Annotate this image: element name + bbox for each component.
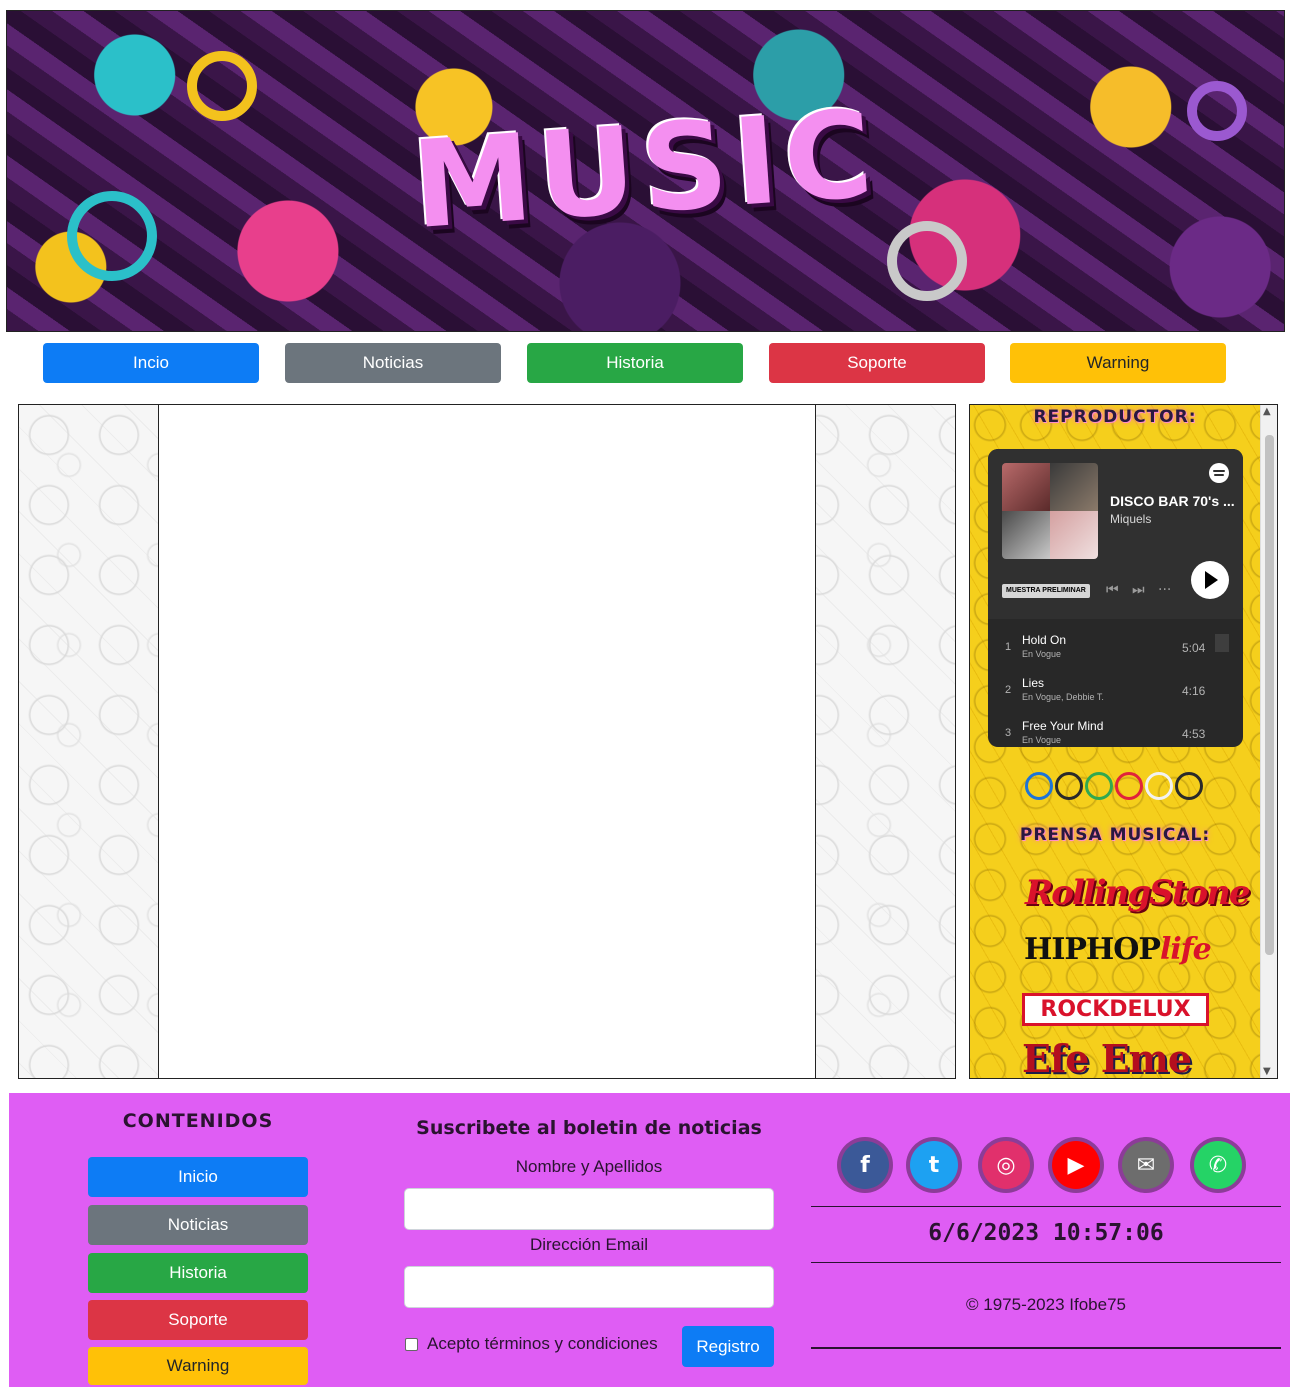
contents-heading: CONTENIDOS bbox=[122, 1110, 274, 1132]
name-field[interactable] bbox=[404, 1188, 774, 1230]
youtube-icon[interactable]: ▶ bbox=[1052, 1141, 1100, 1189]
track-row[interactable]: 1 Hold On En Vogue 5:04 bbox=[988, 619, 1228, 662]
sidebar-scrollbar[interactable]: ▲ ▼ bbox=[1260, 405, 1277, 1078]
divider bbox=[811, 1206, 1281, 1207]
press-heading: PRENSA MUSICAL: bbox=[1019, 825, 1211, 845]
track-number: 1 bbox=[1005, 641, 1012, 653]
hiphoplife-logo-text: HIPHOP bbox=[1024, 932, 1161, 967]
spotify-icon[interactable] bbox=[1209, 463, 1229, 483]
hiphoplife-logo[interactable]: HIPHOPlife bbox=[1024, 932, 1212, 967]
track-row[interactable]: 2 Lies En Vogue, Debbie T. 4:16 bbox=[988, 662, 1228, 705]
nav-button-soporte[interactable]: Soporte bbox=[769, 343, 985, 383]
nav-button-historia[interactable]: Historia bbox=[527, 343, 743, 383]
hiphoplife-logo-accent: life bbox=[1159, 932, 1212, 967]
track-artist: En Vogue bbox=[1022, 735, 1062, 745]
mail-icon[interactable]: ✉ bbox=[1122, 1141, 1170, 1189]
copyright-text: © 1975-2023 Ifobe75 bbox=[966, 1295, 1126, 1314]
playlist-owner[interactable]: Miquels bbox=[1110, 512, 1151, 526]
terms-checkbox[interactable] bbox=[405, 1338, 418, 1351]
nav-button-inicio[interactable]: Incio bbox=[43, 343, 259, 383]
scroll-up-icon[interactable]: ▲ bbox=[1263, 406, 1271, 417]
footer-button-warning[interactable]: Warning bbox=[88, 1347, 308, 1385]
track-artist: En Vogue, Debbie T. bbox=[1022, 692, 1104, 702]
preview-badge: MUESTRA PRELIMINAR bbox=[1002, 584, 1090, 598]
play-button[interactable] bbox=[1191, 561, 1229, 599]
divider bbox=[811, 1347, 1281, 1349]
footer-button-noticias[interactable]: Noticias bbox=[88, 1205, 308, 1245]
footer-button-inicio[interactable]: Inicio bbox=[88, 1157, 308, 1197]
twitter-icon[interactable]: t bbox=[910, 1141, 958, 1189]
previous-icon[interactable]: ⏮ bbox=[1106, 582, 1119, 598]
divider bbox=[811, 1262, 1281, 1263]
track-duration: 4:53 bbox=[1182, 727, 1206, 741]
terms-label: Acepto términos y condiciones bbox=[427, 1334, 658, 1353]
efeeme-logo[interactable]: Efe Eme bbox=[1022, 1036, 1192, 1081]
whatsapp-icon[interactable]: ✆ bbox=[1194, 1141, 1242, 1189]
track-name: Lies bbox=[1022, 676, 1045, 690]
nav-button-warning[interactable]: Warning bbox=[1010, 343, 1226, 383]
rockdelux-logo[interactable]: ROCKDELUX bbox=[1022, 993, 1209, 1026]
clock-display: 6/6/2023 10:57:06 bbox=[928, 1220, 1164, 1246]
decor-ring bbox=[887, 221, 967, 301]
instagram-icon[interactable]: ◎ bbox=[982, 1141, 1030, 1189]
decor-ring bbox=[187, 51, 257, 121]
nav-button-noticias[interactable]: Noticias bbox=[285, 343, 501, 383]
banner-image: MUSIC bbox=[6, 10, 1285, 332]
track-name: Hold On bbox=[1022, 633, 1067, 647]
scrollbar-thumb[interactable] bbox=[1265, 435, 1274, 955]
name-label: Nombre y Apellidos bbox=[515, 1157, 663, 1176]
track-duration: 5:04 bbox=[1182, 641, 1206, 655]
track-number: 3 bbox=[1005, 727, 1012, 739]
track-artist: En Vogue bbox=[1022, 649, 1062, 659]
tracklist-scrollbar[interactable] bbox=[1215, 634, 1229, 652]
register-button[interactable]: Registro bbox=[682, 1326, 774, 1367]
email-label: Dirección Email bbox=[529, 1235, 649, 1254]
more-options-icon[interactable]: ··· bbox=[1158, 582, 1171, 598]
footer-button-historia[interactable]: Historia bbox=[88, 1253, 308, 1293]
rings-decoration bbox=[1023, 770, 1213, 802]
track-name: Free Your Mind bbox=[1022, 719, 1104, 733]
rollingstone-logo[interactable]: RollingStone bbox=[1025, 873, 1250, 913]
track-row[interactable]: 3 Free Your Mind En Vogue 4:53 bbox=[988, 705, 1228, 747]
scroll-down-icon[interactable]: ▼ bbox=[1263, 1066, 1271, 1077]
player-header: DISCO BAR 70's ... Miquels MUESTRA PRELI… bbox=[988, 449, 1243, 619]
playlist-cover bbox=[1002, 463, 1098, 559]
player-heading: REPRODUCTOR: bbox=[1033, 407, 1197, 427]
content-frame[interactable] bbox=[158, 404, 816, 1079]
next-icon[interactable]: ⏭ bbox=[1132, 582, 1145, 598]
playlist-title[interactable]: DISCO BAR 70's ... bbox=[1110, 493, 1234, 509]
newsletter-title: Suscribete al boletin de noticias bbox=[416, 1117, 762, 1139]
email-field[interactable] bbox=[404, 1266, 774, 1308]
facebook-icon[interactable]: f bbox=[841, 1141, 889, 1189]
spotify-player[interactable]: DISCO BAR 70's ... Miquels MUESTRA PRELI… bbox=[988, 449, 1243, 747]
footer-button-soporte[interactable]: Soporte bbox=[88, 1300, 308, 1340]
track-number: 2 bbox=[1005, 684, 1012, 696]
track-duration: 4:16 bbox=[1182, 684, 1206, 698]
